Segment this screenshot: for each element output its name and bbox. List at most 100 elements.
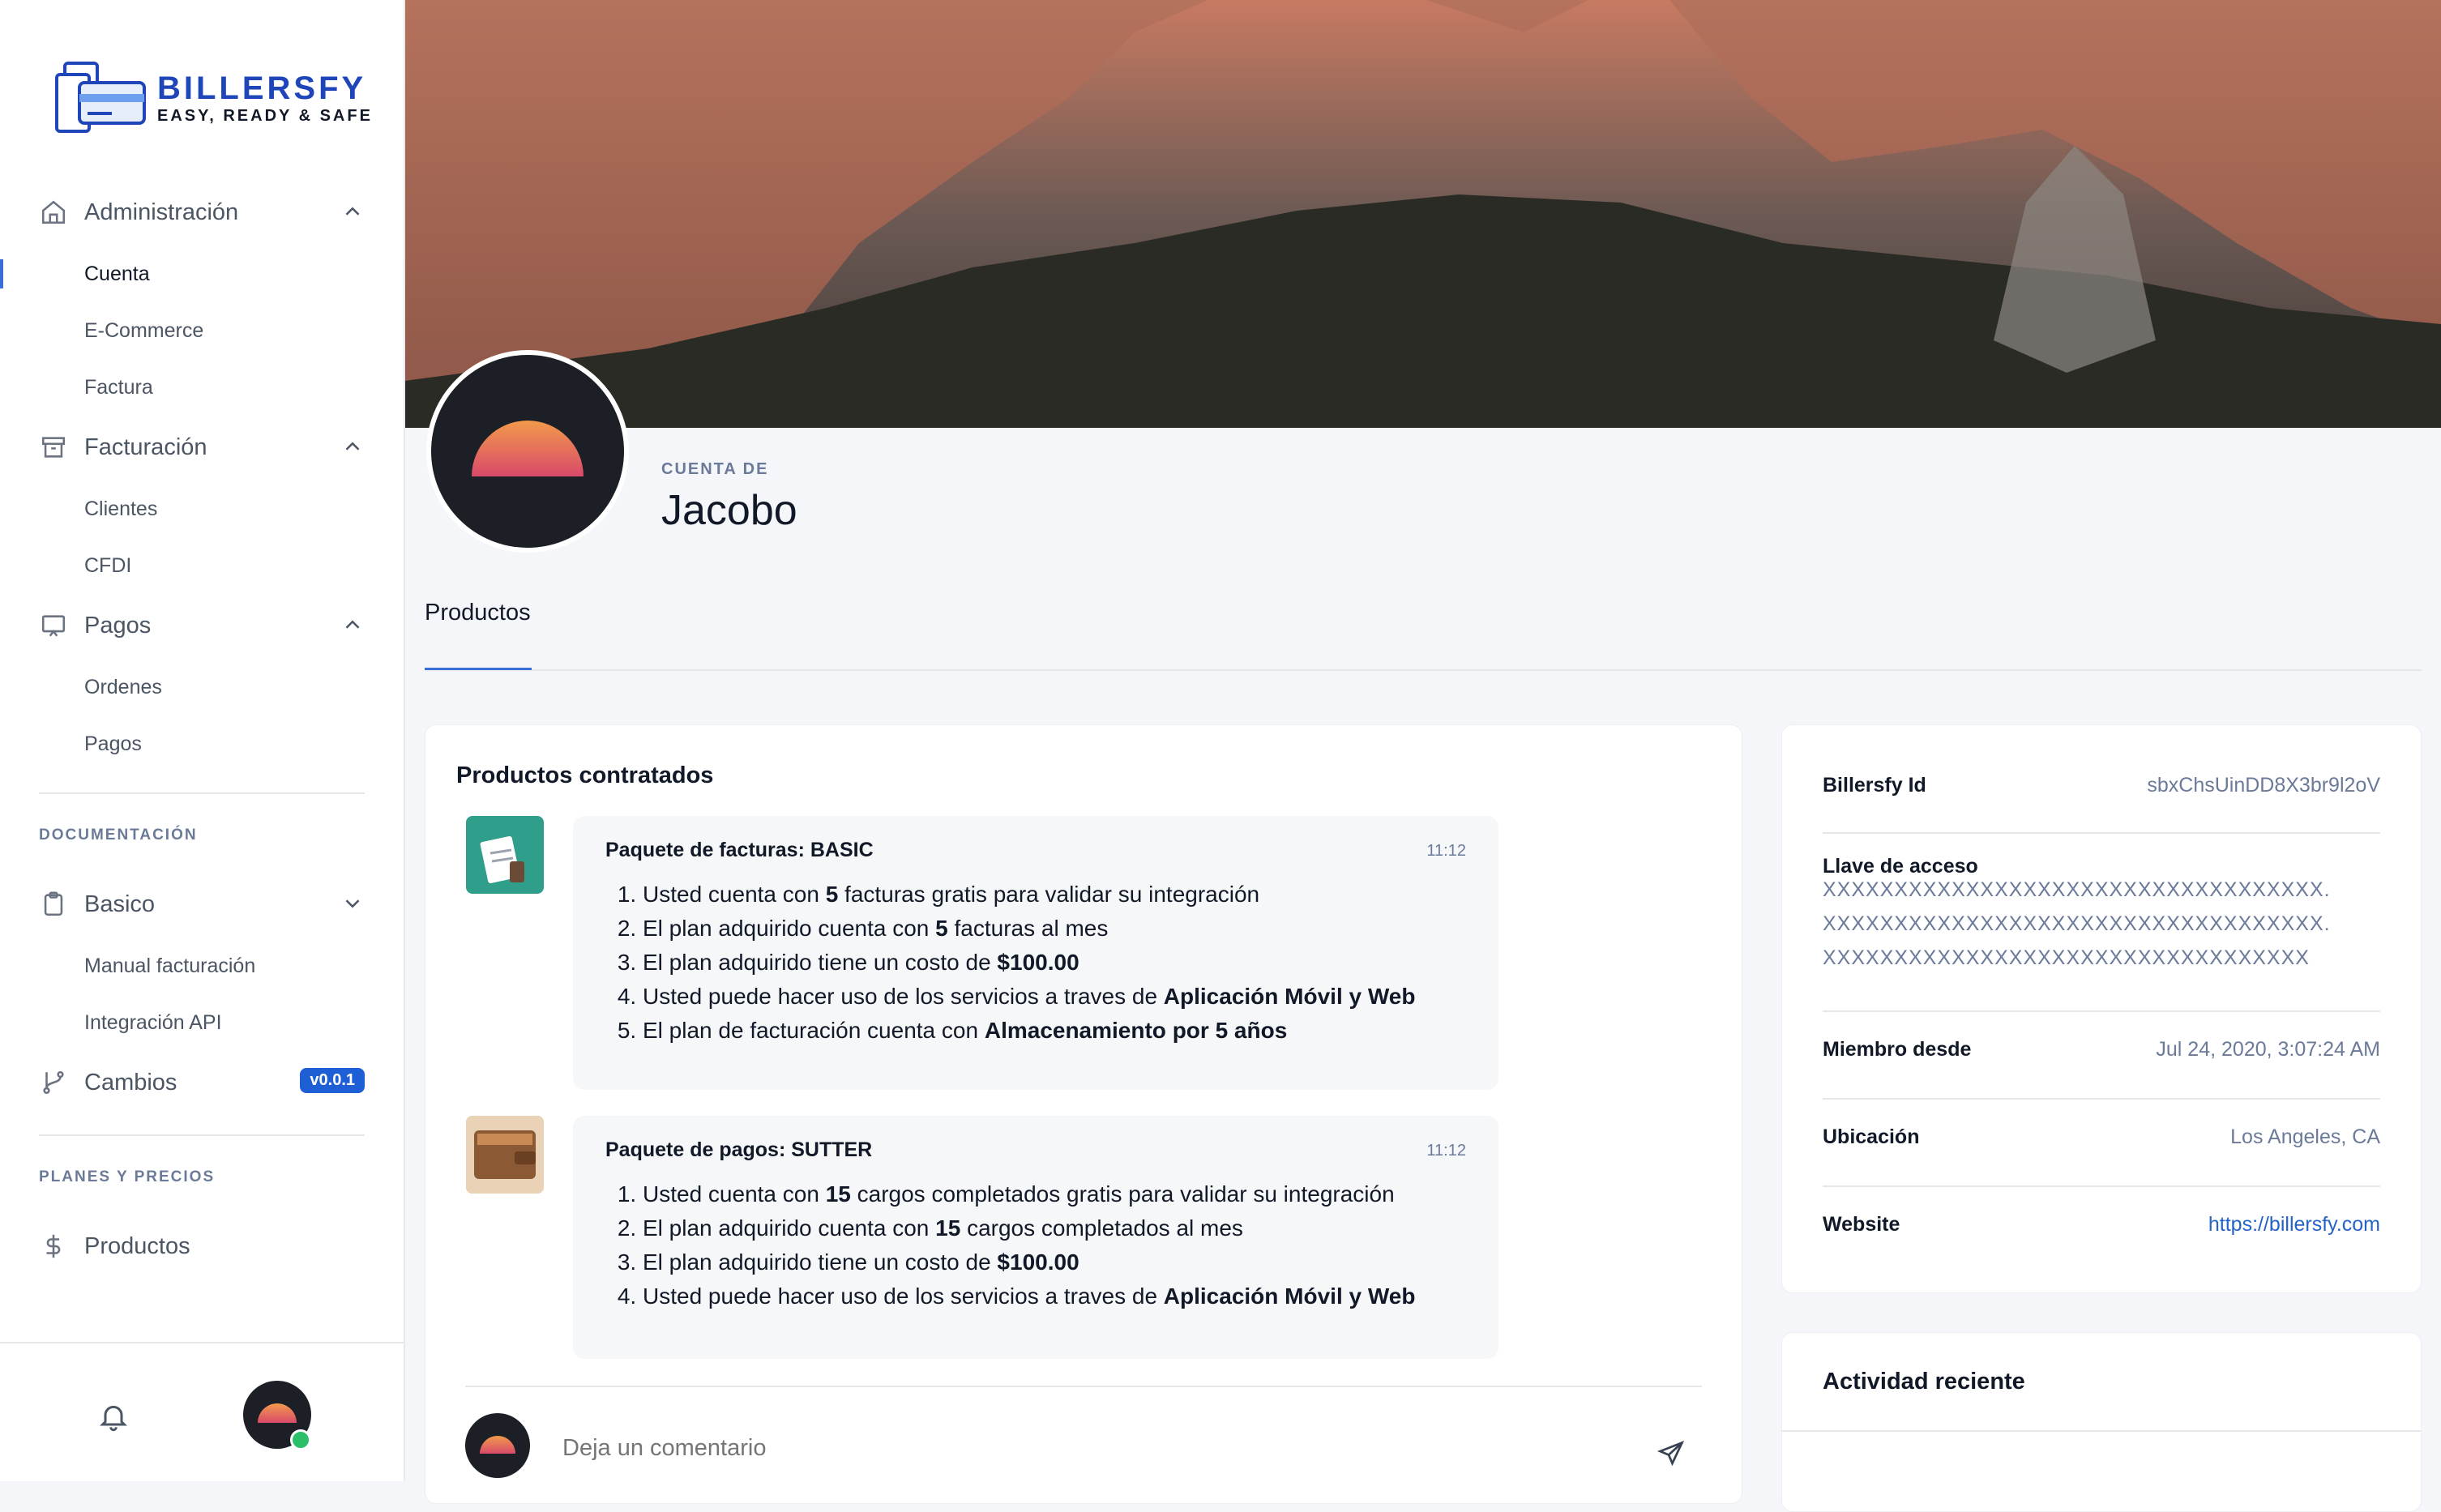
product-feature: Usted cuenta con 15 cargos completados g… (643, 1177, 1415, 1211)
billersfy-logo-icon (52, 58, 149, 139)
product-feature: El plan de facturación cuenta con Almace… (643, 1014, 1415, 1048)
account-label: CUENTA DE (661, 460, 769, 478)
product-title: Paquete de facturas: BASIC (605, 839, 874, 861)
feature-text: El plan de facturación cuenta con (643, 1018, 985, 1043)
monitor-icon (39, 611, 68, 640)
tab-productos[interactable]: Productos (425, 600, 531, 626)
sidebar-item-integracion-api[interactable]: Integración API (84, 1006, 222, 1039)
nav-group-administracion[interactable]: Administración (39, 193, 365, 232)
info-label: Ubicación (1823, 1125, 1920, 1148)
active-tab-indicator (425, 668, 532, 670)
feature-text: El plan adquirido cuenta con (643, 916, 936, 941)
info-divider (1823, 1098, 2380, 1100)
product-features: Usted cuenta con 5 facturas gratis para … (605, 878, 1415, 1048)
feature-text: Usted puede hacer uso de los servicios a… (643, 1283, 1164, 1309)
invoice-package-icon (466, 816, 544, 894)
info-divider (1823, 1010, 2380, 1012)
logo[interactable]: BILLERSFY EASY, READY & SAFE (52, 58, 373, 139)
sidebar-item-manual-facturacion[interactable]: Manual facturación (84, 950, 255, 982)
cover-image (405, 0, 2441, 428)
info-divider (1823, 832, 2380, 834)
access-key-value: XXXXXXXXXXXXXXXXXXXXXXXXXXXXXXXXXXX. XXX… (1823, 873, 2331, 975)
product-feature: El plan adquirido cuenta con 5 facturas … (643, 912, 1415, 946)
feature-text: facturas gratis para validar su integrac… (838, 882, 1260, 907)
feature-text: El plan adquirido tiene un costo de (643, 950, 998, 975)
access-key-line: XXXXXXXXXXXXXXXXXXXXXXXXXXXXXXXXXXX. (1823, 878, 2331, 901)
feature-text: cargos completados gratis para validar s… (850, 1181, 1395, 1207)
product-item: Paquete de pagos: SUTTER 11:12 Usted cue… (573, 1116, 1498, 1359)
sidebar-item-pagos[interactable]: Pagos (84, 728, 142, 760)
product-feature: El plan adquirido cuenta con 15 cargos c… (643, 1211, 1415, 1245)
comment-divider (465, 1386, 1702, 1387)
product-feature: Usted puede hacer uso de los servicios a… (643, 1279, 1415, 1313)
sidebar-divider (39, 792, 365, 794)
nav-item-label: Cambios (84, 1069, 177, 1096)
chevron-up-icon[interactable] (340, 199, 365, 224)
nav-group-basico[interactable]: Basico (39, 885, 365, 924)
product-time: 11:12 (1426, 1142, 1466, 1160)
version-badge: v0.0.1 (300, 1068, 365, 1093)
feature-highlight: $100.00 (997, 1249, 1079, 1275)
sidebar-item-ecommerce[interactable]: E-Commerce (84, 314, 203, 347)
feature-text: Usted puede hacer uso de los servicios a… (643, 984, 1164, 1009)
nav-item-productos[interactable]: Productos (39, 1227, 365, 1266)
product-feature: El plan adquirido tiene un costo de $100… (643, 1245, 1415, 1279)
billersfy-id-value: sbxChsUinDD8X3br9l2oV (2147, 774, 2380, 797)
home-icon (39, 198, 68, 227)
website-link[interactable]: https://billersfy.com (2208, 1213, 2380, 1237)
dollar-icon (39, 1232, 68, 1261)
activity-divider (1782, 1430, 2421, 1432)
section-label-planes: PLANES Y PRECIOS (39, 1168, 216, 1185)
chevron-up-icon[interactable] (340, 613, 365, 637)
sidebar-divider (39, 1134, 365, 1136)
sidebar-item-cfdi[interactable]: CFDI (84, 549, 131, 582)
sidebar-item-ordenes[interactable]: Ordenes (84, 671, 162, 703)
feature-text: Usted cuenta con (643, 882, 826, 907)
bell-icon[interactable] (97, 1400, 130, 1433)
product-title: Paquete de pagos: SUTTER (605, 1138, 873, 1161)
account-info-card: Billersfy Id sbxChsUinDD8X3br9l2oV Llave… (1781, 724, 2422, 1293)
feature-highlight: Aplicación Móvil y Web (1163, 1283, 1416, 1309)
recent-activity-card: Actividad reciente (1781, 1332, 2422, 1512)
archive-icon (39, 433, 68, 462)
git-branch-icon (39, 1068, 68, 1097)
tabs-divider (425, 669, 2422, 671)
product-feature: Usted puede hacer uso de los servicios a… (643, 980, 1415, 1014)
send-icon[interactable] (1657, 1439, 1686, 1468)
feature-text: Usted cuenta con (643, 1181, 826, 1207)
comment-avatar (465, 1413, 530, 1478)
feature-highlight: 15 (935, 1215, 961, 1241)
feature-highlight: $100.00 (997, 950, 1079, 975)
active-indicator (0, 259, 3, 288)
comment-input[interactable] (561, 1434, 1618, 1463)
info-label: Website (1823, 1213, 1900, 1236)
online-status-dot (290, 1429, 311, 1450)
nav-group-pagos[interactable]: Pagos (39, 606, 365, 645)
recent-activity-title: Actividad reciente (1823, 1369, 2025, 1395)
info-label: Billersfy Id (1823, 774, 1926, 797)
products-card-title: Productos contratados (456, 762, 714, 788)
sidebar-item-factura[interactable]: Factura (84, 371, 153, 404)
access-key-line: XXXXXXXXXXXXXXXXXXXXXXXXXXXXXXXXXX (1823, 946, 2310, 969)
section-label-documentacion: DOCUMENTACIÓN (39, 826, 198, 844)
product-features: Usted cuenta con 15 cargos completados g… (605, 1177, 1415, 1313)
nav-group-label: Facturación (84, 434, 207, 460)
feature-text: cargos completados al mes (960, 1215, 1243, 1241)
chevron-down-icon[interactable] (340, 891, 365, 916)
location-value: Los Angeles, CA (2230, 1125, 2380, 1148)
clipboard-icon (39, 890, 68, 919)
sidebar-item-cuenta[interactable]: Cuenta (84, 258, 150, 290)
feature-highlight: 5 (935, 916, 948, 941)
nav-group-facturacion[interactable]: Facturación (39, 428, 365, 467)
wallet-package-icon (466, 1116, 544, 1194)
chevron-up-icon[interactable] (340, 434, 365, 459)
profile-avatar (426, 350, 629, 553)
info-divider (1823, 1185, 2380, 1187)
product-item: Paquete de facturas: BASIC 11:12 Usted c… (573, 816, 1498, 1090)
sidebar-footer-divider (0, 1342, 404, 1343)
feature-highlight: Almacenamiento por 5 años (984, 1018, 1288, 1043)
account-name: Jacobo (661, 487, 797, 534)
nav-group-label: Administración (84, 199, 239, 225)
sidebar-item-clientes[interactable]: Clientes (84, 493, 157, 525)
access-key-line: XXXXXXXXXXXXXXXXXXXXXXXXXXXXXXXXXXX. (1823, 912, 2331, 935)
